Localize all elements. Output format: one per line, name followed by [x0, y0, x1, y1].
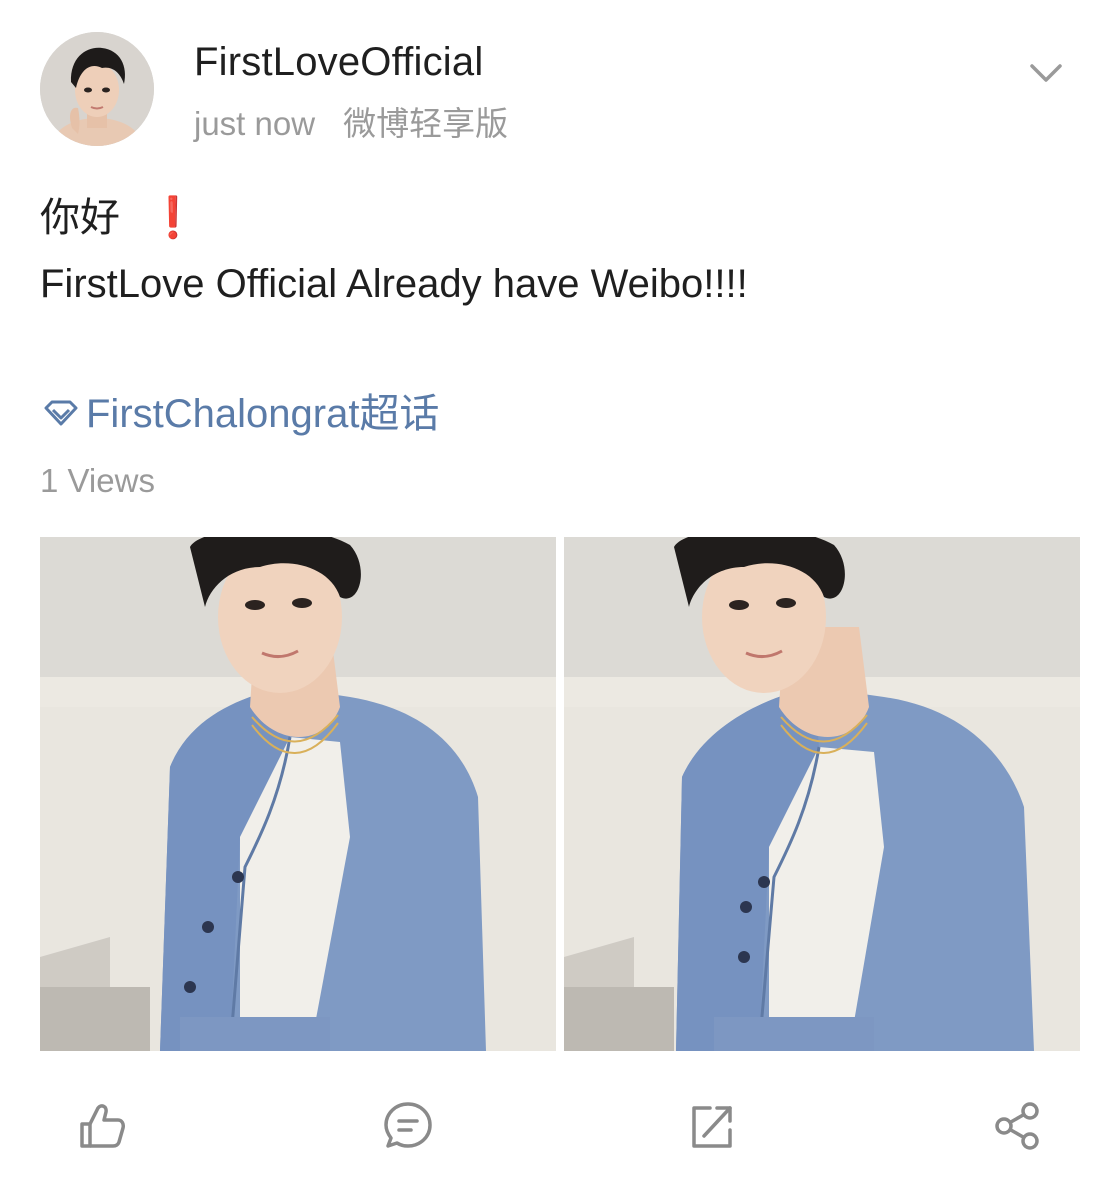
share-icon	[995, 1102, 1039, 1150]
repost-button[interactable]	[684, 1098, 740, 1154]
thumbs-up-icon	[80, 1104, 125, 1148]
comment-icon	[384, 1102, 432, 1148]
post-time: just now	[194, 105, 316, 142]
topic-link[interactable]: FirstChalongrat超话	[40, 386, 439, 442]
post-meta: just now 微博轻享版	[194, 104, 508, 144]
username[interactable]: FirstLoveOfficial	[194, 38, 483, 86]
view-count: 1 Views	[40, 462, 155, 499]
like-button[interactable]	[74, 1098, 130, 1154]
post-source[interactable]: 微博轻享版	[343, 105, 508, 142]
more-options-button[interactable]	[1024, 58, 1068, 88]
greeting-text: 你好	[40, 196, 120, 240]
avatar[interactable]	[40, 32, 154, 146]
post-greeting: 你好 ❗	[40, 192, 198, 244]
post-photo-2[interactable]	[564, 537, 1080, 1051]
chevron-down-icon	[1030, 64, 1062, 82]
post-text: FirstLove Official Already have Weibo!!!…	[40, 262, 748, 306]
exclamation-emoji: ❗	[148, 196, 198, 240]
share-button[interactable]	[990, 1098, 1046, 1154]
repost-icon	[692, 1106, 732, 1148]
diamond-icon	[44, 400, 78, 426]
topic-text: FirstChalongrat超话	[86, 392, 440, 436]
comment-button[interactable]	[380, 1098, 436, 1154]
post-photo-1[interactable]	[40, 537, 556, 1051]
